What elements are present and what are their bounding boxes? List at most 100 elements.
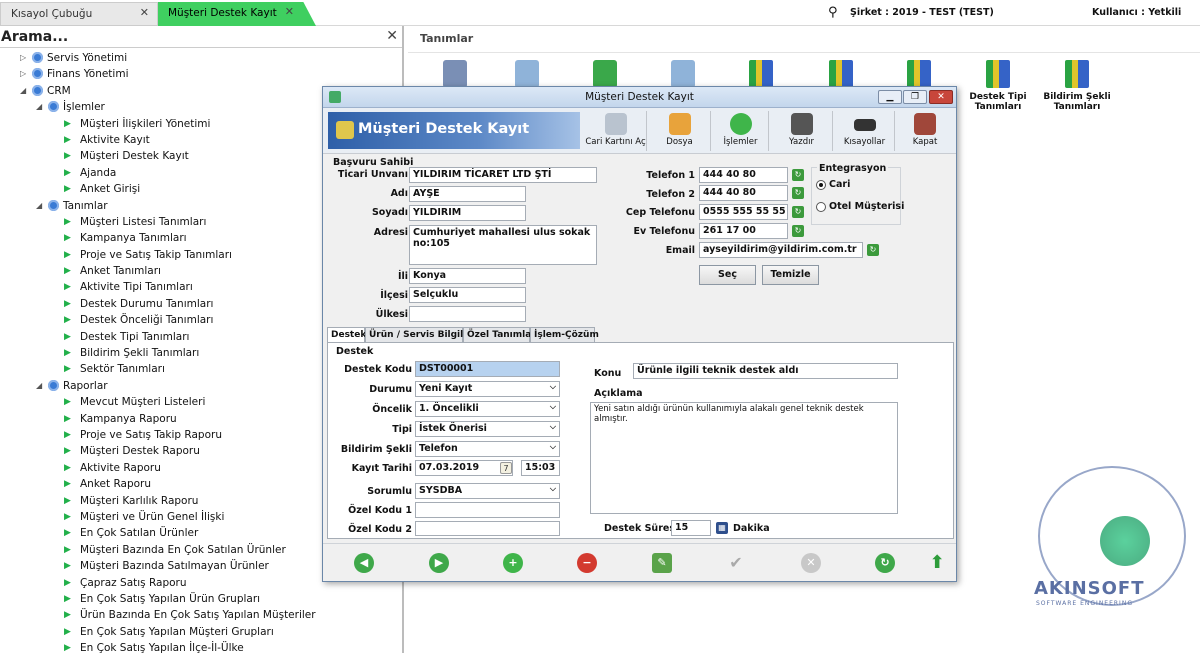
date-field[interactable]: 07.03.2019 [415, 460, 513, 476]
description-textarea[interactable]: Yeni satın aldığı ürünün kullanımıyla al… [590, 402, 898, 514]
arrow-icon: ▶ [64, 167, 71, 178]
tab-destek[interactable]: Destek [327, 327, 366, 343]
clear-button[interactable]: Temizle [762, 265, 819, 285]
phone2-field[interactable]: 444 40 80 [699, 185, 788, 201]
close-icon[interactable]: ✕ [285, 5, 294, 18]
expand-icon[interactable]: ▷ [20, 50, 26, 66]
city-field[interactable]: Konya [409, 268, 526, 284]
country-field[interactable] [409, 306, 526, 322]
collapse-icon[interactable]: ◢ [36, 198, 42, 214]
close-icon[interactable]: ✕ [386, 28, 398, 44]
search-icon[interactable]: ⚲ [828, 5, 838, 20]
sidebar-item-label: Anket Tanımları [80, 265, 161, 278]
minimize-button[interactable]: ▁ [878, 90, 902, 104]
close-button[interactable]: ✕ [929, 90, 953, 104]
type-select[interactable]: İstek Önerisi [415, 421, 560, 437]
collapse-icon[interactable]: ◢ [20, 83, 26, 99]
arrow-icon: ▶ [64, 413, 71, 424]
call-icon[interactable]: ↻ [792, 169, 804, 181]
close-dialog-button[interactable]: Kapat [897, 111, 953, 151]
radio-cari[interactable] [816, 180, 826, 190]
arrow-icon: ▶ [64, 397, 71, 408]
tab-customer-support[interactable]: Müşteri Destek Kayıt ✕ [158, 2, 316, 26]
status-select[interactable]: Yeni Kayıt [415, 381, 560, 397]
previous-icon[interactable]: ◀ [354, 553, 374, 573]
special-code-2-field[interactable] [415, 521, 560, 536]
sidebar-item[interactable]: ▶ En Çok Satış Yapılan Müşteri Grupları [0, 624, 402, 640]
select-button[interactable]: Seç [699, 265, 756, 285]
priority-select[interactable]: 1. Öncelikli [415, 401, 560, 417]
open-account-card-button[interactable]: Cari Kartını Aç [585, 111, 647, 151]
label: Destek Kodu [344, 364, 412, 375]
tab-process-solution[interactable]: İşlem-Çözüm [530, 327, 599, 343]
sidebar-item[interactable]: ▷ Finans Yönetimi [0, 66, 402, 82]
district-field[interactable]: Selçuklu [409, 287, 526, 303]
radio-label: Otel Müşterisi [829, 201, 905, 212]
home-phone-field[interactable]: 261 17 00 [699, 223, 788, 239]
restore-button[interactable]: ❐ [903, 90, 927, 104]
mobile-field[interactable]: 0555 555 55 55 [699, 204, 788, 220]
edit-icon[interactable]: ✎ [652, 553, 672, 573]
cancel-icon[interactable]: ✕ [801, 553, 821, 573]
calendar-icon[interactable]: 7 [500, 462, 512, 474]
sidebar-item-label: İşlemler [63, 101, 105, 114]
close-icon[interactable]: ✕ [140, 6, 149, 19]
tab-shortcuts-label: Kısayol Çubuğu [11, 8, 93, 20]
support-code-field[interactable]: DST00001 [415, 361, 560, 377]
sidebar-item[interactable]: ▶ En Çok Satış Yapılan Ürün Grupları [0, 591, 402, 607]
email-field[interactable]: ayseyildirim@yildirim.com.tr [699, 242, 863, 258]
company-title-field[interactable]: YILDIRIM TİCARET LTD ŞTİ [409, 167, 597, 183]
radio-label: Cari [829, 179, 851, 190]
tab-special-definitions[interactable]: Özel Tanımlar [463, 327, 536, 343]
tab-shortcuts[interactable]: Kısayol Çubuğu ✕ [0, 2, 158, 26]
last-name-field[interactable]: YILDIRIM [409, 205, 526, 221]
sidebar-search-input[interactable]: Arama... [1, 29, 68, 45]
operations-button[interactable]: İşlemler [713, 111, 769, 151]
add-icon[interactable]: + [503, 553, 523, 573]
sidebar-item[interactable]: ▶ En Çok Satış Yapılan İlçe-İl-Ülke [0, 640, 402, 653]
special-code-1-field[interactable] [415, 502, 560, 518]
dialog-titlebar[interactable]: Müşteri Destek Kayıt ▁ ❐ ✕ [323, 87, 956, 108]
responsible-select[interactable]: SYSDBA [415, 483, 560, 499]
delete-icon[interactable]: − [577, 553, 597, 573]
expand-icon[interactable]: ▷ [20, 66, 26, 82]
phone1-field[interactable]: 444 40 80 [699, 167, 788, 183]
radio-hotel-customer[interactable] [816, 202, 826, 212]
shortcuts-button[interactable]: Kısayollar [835, 111, 895, 151]
subject-field[interactable]: Ürünle ilgili teknik destek aldı [633, 363, 898, 379]
next-icon[interactable]: ▶ [429, 553, 449, 573]
list-icon [32, 84, 43, 96]
list-icon [32, 68, 43, 80]
first-name-field[interactable]: AYŞE [409, 186, 526, 202]
call-icon[interactable]: ↻ [792, 187, 804, 199]
collapse-icon[interactable]: ◢ [36, 99, 42, 115]
duration-field[interactable]: 15 [671, 520, 711, 536]
call-icon[interactable]: ↻ [792, 206, 804, 218]
toolbar-label: Kapat [912, 137, 938, 147]
address-field[interactable]: Cumhuriyet mahallesi ulus sokak no:105 [409, 225, 597, 265]
arrow-icon: ▶ [64, 643, 71, 653]
collapse-icon[interactable]: ◢ [36, 378, 42, 394]
up-arrow-icon[interactable]: ⬆ [927, 553, 947, 573]
notification-select[interactable]: Telefon [415, 441, 560, 457]
sidebar-item-label: Raporlar [63, 379, 108, 392]
sidebar-item-label: Anket Girişi [80, 183, 141, 196]
send-mail-icon[interactable]: ↻ [867, 244, 879, 256]
definition-tool[interactable]: Destek Tipi Tanımları [963, 60, 1033, 112]
definition-tool[interactable]: Bildirim Şekli Tanımları [1042, 60, 1112, 112]
sidebar-item[interactable]: ▶ Ürün Bazında En Çok Satış Yapılan Müşte… [0, 607, 402, 623]
time-field[interactable]: 15:03 [521, 460, 560, 476]
sidebar-item-label: Müşteri İlişkileri Yönetimi [80, 117, 211, 130]
printer-icon [790, 113, 813, 135]
calculator-icon[interactable]: ▦ [716, 522, 728, 534]
book-icon [829, 60, 853, 88]
label: Ev Telefonu [633, 226, 695, 237]
call-icon[interactable]: ↻ [792, 225, 804, 237]
refresh-icon[interactable]: ↻ [875, 553, 895, 573]
sidebar-item-label: En Çok Satış Yapılan Ürün Grupları [80, 592, 261, 605]
save-check-icon[interactable]: ✔ [726, 553, 746, 573]
print-button[interactable]: Yazdır [771, 111, 833, 151]
tab-product-service[interactable]: Ürün / Servis Bilgileri [365, 327, 477, 343]
sidebar-item[interactable]: ▷ Servis Yönetimi [0, 50, 402, 66]
file-button[interactable]: Dosya [649, 111, 711, 151]
